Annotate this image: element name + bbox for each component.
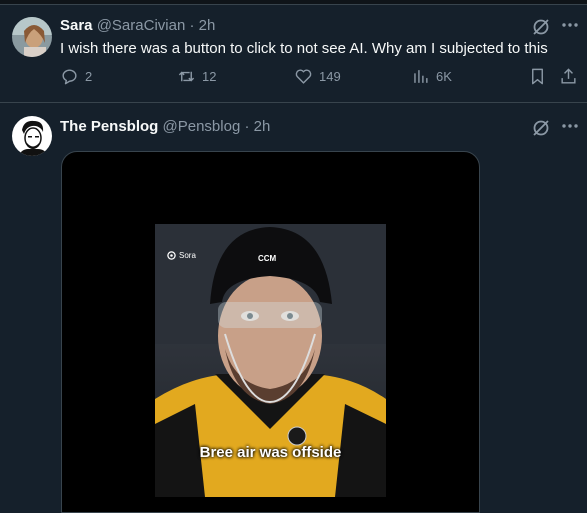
like-button[interactable]: 149 bbox=[294, 67, 341, 86]
repost-button[interactable]: 12 bbox=[177, 67, 216, 86]
repost-icon bbox=[178, 71, 195, 82]
bookmark-button[interactable] bbox=[528, 67, 547, 86]
display-name[interactable]: Sara bbox=[60, 17, 93, 34]
video-player[interactable]: CCM Sora Bree air was offside bbox=[61, 151, 480, 513]
tweet[interactable]: The Pensblog @Pensblog · 2h CCM Sora Bre… bbox=[0, 103, 587, 513]
more-icon[interactable] bbox=[559, 115, 581, 137]
share-icon bbox=[561, 68, 576, 84]
video-caption: Bree air was offside bbox=[199, 444, 342, 461]
user-handle[interactable]: @SaraCivian bbox=[97, 17, 186, 34]
timestamp[interactable]: 2h bbox=[199, 17, 216, 34]
display-name[interactable]: The Pensblog bbox=[60, 118, 158, 135]
views-icon bbox=[414, 70, 428, 83]
grok-icon[interactable] bbox=[531, 118, 551, 138]
like-count: 149 bbox=[319, 69, 341, 84]
timestamp[interactable]: 2h bbox=[254, 118, 271, 135]
share-button[interactable] bbox=[559, 67, 578, 86]
views-button[interactable]: 6K bbox=[411, 67, 452, 86]
grok-icon[interactable] bbox=[531, 17, 551, 37]
reply-button[interactable]: 2 bbox=[60, 67, 92, 86]
tweet-header: Sara @SaraCivian · 2h bbox=[60, 17, 215, 34]
avatar[interactable] bbox=[12, 17, 52, 57]
tweet-actions: 2 12 149 6K bbox=[0, 67, 587, 97]
heart-icon bbox=[295, 69, 312, 84]
avatar[interactable] bbox=[12, 116, 52, 156]
separator: · bbox=[244, 118, 250, 135]
sora-logo-icon bbox=[167, 251, 176, 260]
view-count: 6K bbox=[436, 69, 452, 84]
reply-icon bbox=[62, 69, 77, 85]
repost-count: 12 bbox=[202, 69, 217, 84]
video-frame[interactable]: CCM Sora Bree air was offside bbox=[155, 224, 386, 497]
tweet-text: I wish there was a button to click to no… bbox=[60, 40, 548, 57]
tweet-header: The Pensblog @Pensblog · 2h bbox=[60, 118, 270, 135]
watermark-text: Sora bbox=[179, 251, 196, 260]
reply-count: 2 bbox=[85, 69, 93, 84]
tweet[interactable]: Sara @SaraCivian · 2h I wish there was a… bbox=[0, 5, 587, 103]
bookmark-icon bbox=[532, 68, 543, 85]
user-handle[interactable]: @Pensblog bbox=[163, 118, 241, 135]
more-icon[interactable] bbox=[559, 14, 581, 36]
svg-text:CCM: CCM bbox=[258, 254, 277, 263]
separator: · bbox=[189, 17, 195, 34]
sora-watermark: Sora bbox=[167, 251, 196, 260]
